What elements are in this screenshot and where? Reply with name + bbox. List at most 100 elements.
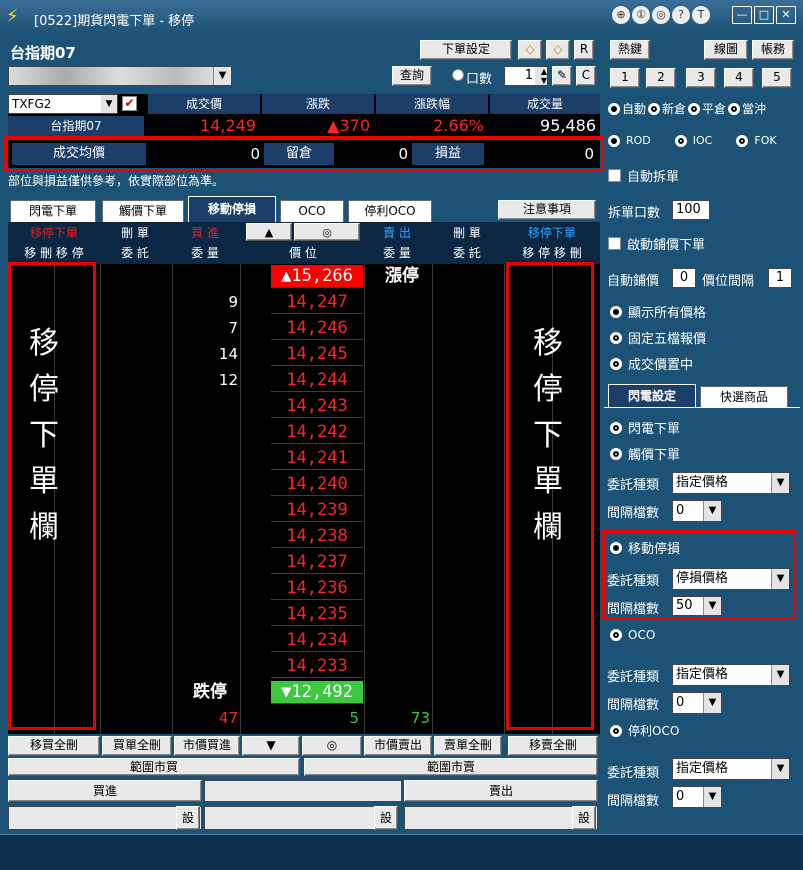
flash-interval-select[interactable]: 0 ▼: [672, 500, 722, 522]
auto-split-option[interactable]: 自動拆單: [608, 166, 679, 185]
radio-rod[interactable]: [608, 134, 620, 147]
tp-interval-select[interactable]: 0 ▼: [672, 786, 722, 808]
sell-button[interactable]: 賣出: [404, 780, 598, 802]
radio-new[interactable]: [648, 102, 661, 115]
trailing-interval-select[interactable]: 50 ▼: [672, 596, 722, 616]
trailing-option[interactable]: 移動停損: [610, 538, 680, 557]
price-row[interactable]: 14,236: [271, 577, 363, 600]
display-center-option[interactable]: 成交價置中: [610, 354, 693, 373]
preset-4-button[interactable]: 4: [724, 68, 754, 88]
scroll-up-button[interactable]: ▲: [246, 223, 292, 241]
chart-button[interactable]: 線圖: [704, 40, 748, 60]
spinner-icon[interactable]: ▲ ▼: [535, 67, 547, 85]
display-five-option[interactable]: 固定五檔報價: [610, 328, 706, 347]
price-row[interactable]: 14,238: [271, 525, 363, 548]
bid-qty[interactable]: 7: [174, 317, 238, 340]
preset-1-button[interactable]: 1: [610, 68, 640, 88]
mode-radio-group[interactable]: 自動 新倉 平倉 當沖: [608, 100, 766, 117]
attention-button[interactable]: 注意事項: [498, 200, 596, 220]
help-icon[interactable]: ?: [672, 6, 690, 24]
buy-button[interactable]: 買進: [8, 780, 202, 802]
radio-display-five[interactable]: [610, 331, 622, 344]
display-all-option[interactable]: 顯示所有價格: [610, 302, 706, 321]
sell-set-button[interactable]: 設: [572, 806, 596, 830]
auto-split-checkbox[interactable]: [608, 169, 621, 182]
mid-set-field[interactable]: [204, 806, 398, 830]
oco-type-select[interactable]: 指定價格 ▼: [672, 664, 790, 686]
buy-qty-field[interactable]: [204, 780, 402, 802]
subtab-flash-settings[interactable]: 閃電設定: [608, 384, 696, 408]
touch-order-option[interactable]: 觸價下單: [610, 444, 680, 463]
price-row[interactable]: 14,243: [271, 395, 363, 418]
checkbox-icon[interactable]: ✔: [122, 96, 137, 111]
buy-set-button[interactable]: 設: [176, 806, 200, 830]
t-icon[interactable]: T: [692, 6, 710, 24]
tab-tp-oco[interactable]: 停利OCO: [348, 200, 432, 222]
preset-2-button[interactable]: 2: [646, 68, 676, 88]
limit-up-price[interactable]: ▲15,266: [271, 265, 363, 288]
radio-oco[interactable]: [610, 629, 622, 641]
subtab-quick-product[interactable]: 快選商品: [700, 386, 788, 408]
account-select[interactable]: ▼: [8, 66, 232, 86]
price-row[interactable]: 14,240: [271, 473, 363, 496]
order-settings-button[interactable]: 下單設定: [420, 40, 512, 60]
radio-display-all[interactable]: [610, 305, 622, 318]
flash-type-select[interactable]: 指定價格 ▼: [672, 472, 790, 494]
flash-order-option[interactable]: 閃電下單: [610, 418, 680, 437]
oco-option[interactable]: OCO: [610, 628, 655, 642]
price-row[interactable]: 14,242: [271, 421, 363, 444]
tab-touch-order[interactable]: 觸價下單: [102, 200, 184, 222]
radio-touch-order[interactable]: [610, 447, 622, 460]
plus-icon[interactable]: ⊕: [612, 6, 630, 24]
bid-qty[interactable]: 14: [174, 343, 238, 366]
price-row[interactable]: 14,233: [271, 655, 363, 678]
query-button[interactable]: 查詢: [392, 66, 432, 86]
one-icon[interactable]: ①: [632, 6, 650, 24]
gold-diamond-icon[interactable]: ◇: [518, 40, 542, 60]
preset-5-button[interactable]: 5: [762, 68, 792, 88]
radio-ioc[interactable]: [674, 134, 687, 147]
radio-trailing[interactable]: [610, 541, 622, 554]
price-row[interactable]: 14,235: [271, 603, 363, 626]
range-market-buy-button[interactable]: 範圍市買: [8, 758, 300, 776]
c-button[interactable]: C: [576, 66, 596, 86]
delete-all-trail-sell-button[interactable]: 移賣全刪: [508, 736, 598, 756]
circle-icon[interactable]: ◎: [652, 6, 670, 24]
bid-qty[interactable]: 12: [174, 369, 238, 392]
price-row[interactable]: 14,241: [271, 447, 363, 470]
tab-flash-order[interactable]: 閃電下單: [10, 200, 96, 222]
center-bottom-button[interactable]: ◎: [302, 736, 362, 756]
spread-checkbox[interactable]: [608, 237, 621, 250]
hotkey-button[interactable]: 熱鍵: [610, 40, 650, 60]
range-market-sell-button[interactable]: 範圍市賣: [304, 758, 598, 776]
price-row[interactable]: 14,247: [271, 291, 363, 314]
price-row[interactable]: 14,245: [271, 343, 363, 366]
price-row[interactable]: 14,234: [271, 629, 363, 652]
delete-all-trail-buy-button[interactable]: 移買全刪: [8, 736, 100, 756]
price-row[interactable]: 14,246: [271, 317, 363, 340]
radio-display-center[interactable]: [610, 357, 622, 370]
radio-auto[interactable]: [608, 102, 620, 115]
price-row[interactable]: 14,239: [271, 499, 363, 522]
bid-qty[interactable]: 9: [174, 291, 238, 314]
buy-set-field[interactable]: [8, 806, 202, 830]
trailing-type-select[interactable]: 停損價格 ▼: [672, 568, 790, 590]
maximize-icon[interactable]: □: [754, 6, 774, 24]
center-button[interactable]: ◎: [294, 223, 360, 241]
radio-close[interactable]: [688, 102, 701, 115]
tab-trailing-stop[interactable]: 移動停損: [188, 196, 276, 222]
market-sell-button[interactable]: 市價賣出: [364, 736, 432, 756]
account-button[interactable]: 帳務: [752, 40, 794, 60]
limit-down-price[interactable]: ▼12,492: [271, 681, 363, 704]
split-qty-input[interactable]: 100: [672, 200, 710, 220]
sell-set-field[interactable]: [404, 806, 598, 830]
radio-daytrade[interactable]: [728, 102, 741, 115]
r-button[interactable]: R: [574, 40, 594, 60]
tp-oco-option[interactable]: 停利OCO: [610, 722, 679, 739]
preset-3-button[interactable]: 3: [686, 68, 716, 88]
minimize-icon[interactable]: —: [732, 6, 752, 24]
arrows-icon[interactable]: ◇: [546, 40, 570, 60]
lots-input[interactable]: 1 ▲ ▼: [504, 66, 548, 86]
scroll-down-button[interactable]: ▼: [242, 736, 300, 756]
pen-icon[interactable]: ✎: [552, 66, 572, 86]
